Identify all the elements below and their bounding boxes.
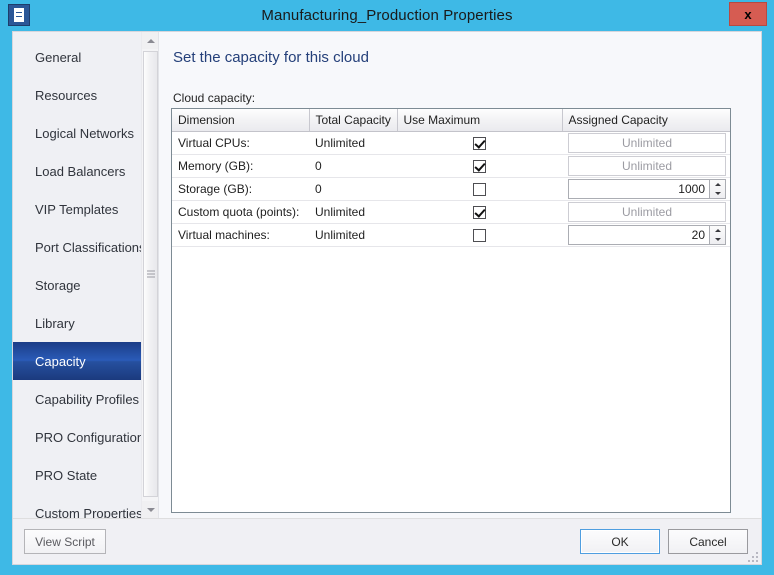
stepper-up-icon[interactable] bbox=[710, 226, 725, 235]
cell-assigned-capacity: Unlimited bbox=[562, 154, 730, 178]
title-bar: Manufacturing_Production Properties x bbox=[0, 0, 774, 31]
cancel-button[interactable]: Cancel bbox=[668, 529, 748, 554]
sidebar-item-label: VIP Templates bbox=[35, 201, 119, 217]
resize-grip-icon[interactable] bbox=[746, 550, 758, 562]
client-area: General Resources Logical Networks Load … bbox=[12, 31, 762, 565]
sidebar-item-label: PRO Configuration bbox=[35, 429, 145, 445]
table-header-row: Dimension Total Capacity Use Maximum Ass… bbox=[172, 109, 730, 132]
sidebar-scrollbar[interactable] bbox=[141, 32, 158, 518]
column-header-use-maximum[interactable]: Use Maximum bbox=[397, 109, 563, 132]
use-maximum-checkbox[interactable] bbox=[473, 229, 486, 243]
sidebar-item-vip-templates[interactable]: VIP Templates bbox=[13, 190, 158, 228]
cell-use-maximum bbox=[397, 177, 562, 201]
sidebar-item-resources[interactable]: Resources bbox=[13, 76, 158, 114]
assigned-capacity-input[interactable]: Unlimited bbox=[568, 133, 726, 153]
properties-window: Manufacturing_Production Properties x Ge… bbox=[0, 0, 774, 575]
column-header-assigned-capacity[interactable]: Assigned Capacity bbox=[562, 109, 730, 132]
cell-use-maximum bbox=[397, 223, 562, 247]
sidebar-item-logical-networks[interactable]: Logical Networks bbox=[13, 114, 158, 152]
cell-total-capacity: Unlimited bbox=[309, 200, 397, 224]
cell-total-capacity: 0 bbox=[309, 177, 397, 201]
sidebar-item-label: Capacity bbox=[35, 353, 86, 369]
cell-total-capacity: 0 bbox=[309, 154, 397, 178]
cell-dimension: Custom quota (points): bbox=[172, 200, 309, 224]
sidebar-item-library[interactable]: Library bbox=[13, 304, 158, 342]
stepper-down-icon[interactable] bbox=[710, 189, 725, 198]
sidebar-item-label: Port Classifications bbox=[35, 239, 146, 255]
table-row: Virtual machines: Unlimited 20 bbox=[172, 223, 730, 247]
sidebar-item-capacity[interactable]: Capacity bbox=[13, 342, 158, 380]
table-row: Memory (GB): 0 Unlimited bbox=[172, 154, 730, 178]
dialog-footer: View Script OK Cancel bbox=[13, 518, 761, 564]
sidebar-item-pro-state[interactable]: PRO State bbox=[13, 456, 158, 494]
triangle-down-icon bbox=[146, 507, 155, 512]
cell-use-maximum bbox=[397, 154, 562, 178]
cell-use-maximum bbox=[397, 131, 562, 155]
cell-dimension: Virtual CPUs: bbox=[172, 131, 309, 155]
assigned-capacity-input[interactable]: Unlimited bbox=[568, 202, 726, 222]
column-header-total-capacity[interactable]: Total Capacity bbox=[309, 109, 398, 132]
assigned-capacity-input[interactable]: Unlimited bbox=[568, 156, 726, 176]
cloud-capacity-label: Cloud capacity: bbox=[173, 91, 256, 105]
use-maximum-checkbox[interactable] bbox=[473, 137, 486, 151]
ok-button[interactable]: OK bbox=[580, 529, 660, 554]
table-row: Custom quota (points): Unlimited Unlimit… bbox=[172, 200, 730, 224]
nav-list: General Resources Logical Networks Load … bbox=[13, 32, 158, 518]
table-row: Storage (GB): 0 1000 bbox=[172, 177, 730, 201]
sidebar-item-label: Resources bbox=[35, 87, 98, 103]
cell-assigned-capacity: Unlimited bbox=[562, 131, 730, 155]
sidebar-item-pro-configuration[interactable]: PRO Configuration bbox=[13, 418, 158, 456]
capacity-table-container: Dimension Total Capacity Use Maximum Ass… bbox=[171, 108, 731, 513]
use-maximum-checkbox[interactable] bbox=[473, 183, 486, 197]
sidebar-item-label: General bbox=[35, 49, 82, 65]
use-maximum-checkbox[interactable] bbox=[473, 160, 486, 174]
page-title: Set the capacity for this cloud bbox=[173, 49, 369, 66]
use-maximum-checkbox[interactable] bbox=[473, 206, 486, 220]
scroll-down-arrow-icon[interactable] bbox=[142, 501, 158, 518]
sidebar-item-label: Library bbox=[35, 315, 75, 331]
body-row: General Resources Logical Networks Load … bbox=[13, 32, 761, 518]
triangle-up-icon bbox=[146, 38, 155, 43]
assigned-capacity-stepper[interactable] bbox=[709, 179, 726, 199]
stepper-up-icon[interactable] bbox=[710, 180, 725, 189]
scrollbar-thumb[interactable] bbox=[143, 51, 158, 497]
assigned-capacity-stepper[interactable] bbox=[709, 225, 726, 245]
cell-assigned-capacity: Unlimited bbox=[562, 200, 730, 224]
sidebar-item-label: Custom Properties bbox=[35, 505, 143, 519]
scrollbar-grip-icon bbox=[147, 270, 155, 278]
cell-total-capacity: Unlimited bbox=[309, 131, 397, 155]
sidebar-item-port-classifications[interactable]: Port Classifications bbox=[13, 228, 158, 266]
cell-assigned-capacity: 1000 bbox=[562, 177, 730, 201]
sidebar-item-label: Logical Networks bbox=[35, 125, 134, 141]
sidebar-item-label: Load Balancers bbox=[35, 163, 126, 179]
cell-dimension: Storage (GB): bbox=[172, 177, 309, 201]
assigned-capacity-input[interactable]: 1000 bbox=[568, 179, 709, 199]
table-row: Virtual CPUs: Unlimited Unlimited bbox=[172, 131, 730, 155]
cell-dimension: Virtual machines: bbox=[172, 223, 309, 247]
capacity-table: Dimension Total Capacity Use Maximum Ass… bbox=[172, 109, 730, 247]
content-pane: Set the capacity for this cloud Cloud ca… bbox=[158, 32, 761, 518]
navigation-sidebar: General Resources Logical Networks Load … bbox=[13, 32, 158, 518]
sidebar-item-storage[interactable]: Storage bbox=[13, 266, 158, 304]
cell-dimension: Memory (GB): bbox=[172, 154, 309, 178]
scroll-up-arrow-icon[interactable] bbox=[142, 32, 158, 49]
stepper-down-icon[interactable] bbox=[710, 235, 725, 244]
window-title: Manufacturing_Production Properties bbox=[261, 7, 513, 24]
cell-total-capacity: Unlimited bbox=[309, 223, 397, 247]
assigned-capacity-input[interactable]: 20 bbox=[568, 225, 709, 245]
sidebar-item-label: Capability Profiles bbox=[35, 391, 140, 407]
sidebar-item-general[interactable]: General bbox=[13, 38, 158, 76]
sidebar-item-label: PRO State bbox=[35, 467, 98, 483]
close-button[interactable]: x bbox=[729, 2, 767, 26]
sidebar-item-label: Storage bbox=[35, 277, 81, 293]
view-script-button[interactable]: View Script bbox=[24, 529, 106, 554]
sidebar-item-custom-properties[interactable]: Custom Properties bbox=[13, 494, 158, 519]
sidebar-item-load-balancers[interactable]: Load Balancers bbox=[13, 152, 158, 190]
column-header-dimension[interactable]: Dimension bbox=[172, 109, 310, 132]
cell-use-maximum bbox=[397, 200, 562, 224]
sidebar-item-capability-profiles[interactable]: Capability Profiles bbox=[13, 380, 158, 418]
cell-assigned-capacity: 20 bbox=[562, 223, 730, 247]
